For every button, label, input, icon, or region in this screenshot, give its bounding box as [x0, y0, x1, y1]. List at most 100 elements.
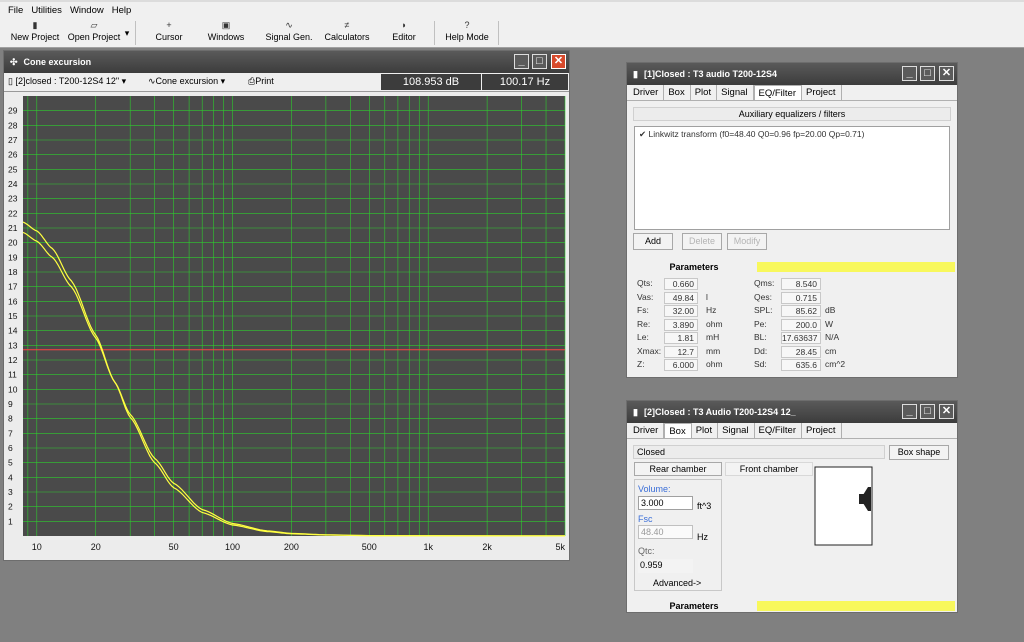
- y-tick-label: 3: [8, 487, 13, 497]
- y-tick-label: 5: [8, 458, 13, 468]
- db-readout: 108.953 dB: [381, 74, 481, 90]
- volume-input[interactable]: 3.000: [638, 496, 693, 510]
- tab-box[interactable]: Box: [664, 85, 691, 100]
- param-unit: W: [825, 318, 834, 329]
- param-unit: mH: [706, 332, 720, 342]
- cone-window-icon: ✣: [10, 56, 18, 67]
- minimize-button[interactable]: _: [514, 54, 529, 69]
- menu-utilities[interactable]: Utilities: [31, 5, 62, 16]
- param-unit: cm: [825, 345, 837, 356]
- cone-window-title: Cone excursion: [23, 57, 92, 67]
- y-tick-label: 20: [8, 238, 18, 248]
- help-mode-button[interactable]: ? Help Mode: [442, 20, 492, 46]
- list-item[interactable]: ✔ Linkwitz transform (f0=48.40 Q0=0.96 f…: [635, 127, 949, 142]
- add-button[interactable]: Add: [633, 233, 673, 250]
- tab-driver[interactable]: Driver: [629, 423, 665, 438]
- tab-eq-filter[interactable]: EQ/Filter: [753, 85, 802, 100]
- menu-file[interactable]: File: [8, 5, 23, 16]
- param-value[interactable]: 6.000: [664, 359, 698, 371]
- y-tick-label: 1: [8, 516, 13, 526]
- param-label: Fs:: [637, 305, 649, 315]
- fsc-input[interactable]: 48.40: [638, 525, 693, 539]
- close-button[interactable]: ✕: [551, 54, 566, 69]
- y-tick-label: 24: [8, 179, 18, 189]
- filter-list: ✔ Linkwitz transform (f0=48.40 Q0=0.96 f…: [634, 126, 950, 230]
- close-button[interactable]: ✕: [939, 66, 954, 81]
- menu-help[interactable]: Help: [112, 5, 132, 16]
- param-value[interactable]: 85.62: [781, 305, 821, 317]
- y-tick-label: 13: [8, 340, 18, 350]
- fsc-unit: Hz: [697, 532, 708, 542]
- view-select[interactable]: ∿Cone excursion ▾: [148, 76, 225, 87]
- param-value[interactable]: 1.81: [664, 332, 698, 344]
- delete-button[interactable]: Delete: [682, 233, 722, 250]
- maximize-button[interactable]: □: [920, 404, 935, 419]
- param-label: Qes:: [754, 291, 772, 302]
- param-label: Qts:: [637, 278, 653, 288]
- windows-button[interactable]: ▣ Windows: [202, 20, 250, 46]
- new-project-button[interactable]: ▮ New Project: [10, 20, 60, 46]
- qtc-value: 0.959: [638, 559, 693, 573]
- front-chamber-tab[interactable]: Front chamber: [725, 462, 813, 476]
- maximize-button[interactable]: □: [920, 66, 935, 81]
- tab-project[interactable]: Project: [802, 85, 842, 100]
- param-value[interactable]: 32.00: [664, 305, 698, 317]
- tab-signal[interactable]: Signal: [718, 423, 755, 438]
- param-value[interactable]: 3.890: [664, 318, 698, 331]
- chevron-down-icon: ▾: [124, 28, 130, 38]
- cone-excursion-chart[interactable]: 1234567891011121314151617181920212223242…: [4, 92, 569, 560]
- modify-button[interactable]: Modify: [727, 233, 767, 250]
- param-value[interactable]: 28.45: [781, 345, 821, 358]
- y-tick-label: 2: [8, 502, 13, 512]
- param-label: BL:: [754, 332, 767, 342]
- checkbox-icon[interactable]: ✔: [639, 129, 646, 139]
- box-shape-button[interactable]: Box shape: [889, 445, 949, 460]
- rear-chamber-tab[interactable]: Rear chamber: [634, 462, 722, 476]
- tab-driver[interactable]: Driver: [629, 85, 665, 100]
- param-value[interactable]: 49.84: [664, 291, 698, 304]
- tab-plot[interactable]: Plot: [691, 85, 718, 100]
- param-unit: ohm: [706, 359, 723, 369]
- tab-project[interactable]: Project: [802, 423, 842, 438]
- param-value[interactable]: 0.660: [664, 278, 698, 290]
- param-value[interactable]: 635.6: [781, 359, 821, 371]
- cone-window-titlebar: ✣ Cone excursion _ □ ✕: [4, 51, 569, 73]
- volume-label: Volume:: [638, 484, 671, 494]
- tab-box[interactable]: Box: [664, 423, 692, 438]
- param-value[interactable]: 17.63637: [781, 332, 821, 344]
- maximize-button[interactable]: □: [532, 54, 547, 69]
- param-value[interactable]: 200.0: [781, 318, 821, 331]
- param-value[interactable]: 0.715: [781, 291, 821, 304]
- tab-plot[interactable]: Plot: [692, 423, 719, 438]
- box-shape-diagram: [814, 466, 873, 546]
- w2-tabs: Driver Box Plot Signal EQ/Filter Project: [627, 423, 957, 439]
- toolbar: ▮ New Project ▱ Open Project ▾ + Cursor ▣ Wi…: [0, 18, 1024, 48]
- rear-chamber-panel: Volume: 3.000 ft^3 Fsc 48.40 Hz Qtc: 0.9…: [634, 479, 722, 591]
- y-tick-label: 10: [8, 384, 18, 394]
- parameters-title: Parameters: [669, 601, 719, 611]
- param-unit: ohm: [706, 318, 723, 329]
- w1-titlebar: ▮ [1]Closed : T3 audio T200-12S4 _ □ ✕: [627, 63, 957, 85]
- param-label: Xmax:: [637, 345, 662, 356]
- close-button[interactable]: ✕: [939, 404, 954, 419]
- signal-gen-button[interactable]: ∿ Signal Gen.: [262, 20, 316, 46]
- calculators-button[interactable]: ≠ Calculators: [320, 20, 374, 46]
- param-label: Z:: [637, 359, 645, 369]
- advanced-button[interactable]: Advanced->: [653, 578, 701, 588]
- print-button[interactable]: ⎙Print: [248, 76, 274, 87]
- minimize-button[interactable]: _: [902, 66, 917, 81]
- menu-window[interactable]: Window: [70, 5, 104, 16]
- minimize-button[interactable]: _: [902, 404, 917, 419]
- menu-bar: File Utilities Window Help: [0, 0, 1024, 18]
- x-tick-label: 20: [91, 542, 101, 552]
- box-type-select[interactable]: Closed: [633, 445, 885, 459]
- tab-signal[interactable]: Signal: [717, 85, 754, 100]
- tab-eq-filter[interactable]: EQ/Filter: [755, 423, 802, 438]
- open-project-button[interactable]: ▱ Open Project: [66, 20, 122, 46]
- editor-button[interactable]: ◗ Editor: [386, 20, 422, 46]
- x-tick-label: 5k: [555, 542, 565, 552]
- project-select[interactable]: ▯ [2]closed : T200-12S4 12" ▾: [8, 76, 126, 87]
- param-value[interactable]: 8.540: [781, 278, 821, 290]
- param-value[interactable]: 12.7: [664, 345, 698, 358]
- cursor-button[interactable]: + Cursor: [148, 20, 190, 46]
